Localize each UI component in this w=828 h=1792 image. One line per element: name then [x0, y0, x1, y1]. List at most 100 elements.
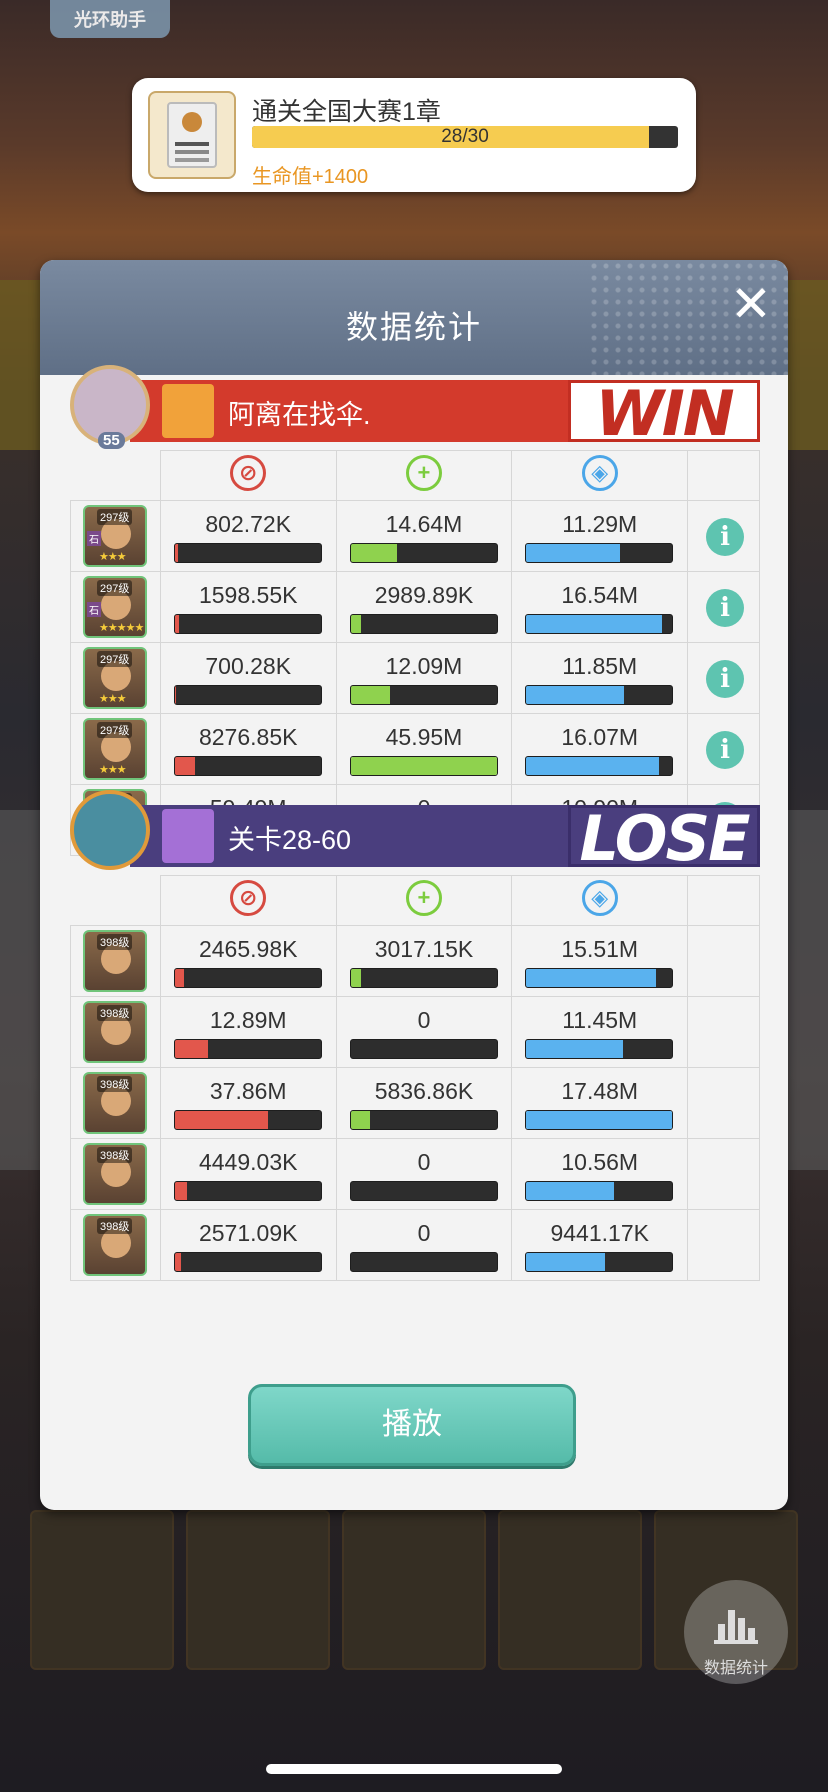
hero-row: 297级石 ★★★ 802.72K 14.64M 11.29M i [70, 500, 760, 572]
tank-cell: 9441.17K [511, 1209, 689, 1281]
tank-value: 11.85M [562, 653, 638, 679]
team-banner: 关卡28-60 LOSE [70, 790, 760, 870]
heal-cell: 0 [335, 1138, 513, 1210]
player-level: 55 [98, 432, 125, 449]
damage-cell: 1598.55K [159, 571, 337, 643]
damage-cell: 12.89M [159, 996, 337, 1068]
hero-portrait[interactable]: 398级 [83, 930, 147, 992]
tank-value: 10.56M [561, 1149, 639, 1175]
tank-value: 11.45M [562, 1007, 638, 1033]
hero-portrait[interactable]: 297级石 ★★★ [83, 505, 147, 567]
damage-bar [173, 1039, 322, 1059]
tank-cell: 16.54M [511, 571, 689, 643]
heal-bar [349, 1181, 498, 1201]
heal-cell: 3017.15K [335, 925, 513, 997]
team-emblem-icon [162, 384, 214, 438]
tank-header: ◈ [511, 450, 689, 501]
heal-bar [349, 968, 498, 988]
heal-bar [349, 1252, 498, 1272]
hero-row: 297级 ★★★ 8276.85K 45.95M 16.07M i [70, 713, 760, 785]
team-emblem-icon [162, 809, 214, 863]
tank-cell: 11.45M [511, 996, 689, 1068]
heal-cell: 0 [335, 1209, 513, 1281]
heal-bar [349, 1110, 498, 1130]
hero-portrait[interactable]: 398级 [83, 1001, 147, 1063]
damage-bar [173, 1252, 322, 1272]
home-indicator[interactable] [266, 1764, 562, 1774]
tank-bar [525, 1181, 674, 1201]
heal-value: 45.95M [385, 724, 463, 750]
hero-portrait[interactable]: 398级 [83, 1214, 147, 1276]
heal-value: 0 [417, 1149, 431, 1175]
hero-row: 398级 2465.98K 3017.15K 15.51M [70, 925, 760, 997]
damage-value: 4449.03K [198, 1149, 298, 1175]
heal-value: 12.09M [385, 653, 463, 679]
tank-value: 16.07M [561, 724, 639, 750]
damage-cell: 37.86M [159, 1067, 337, 1139]
result-label: WIN [568, 380, 760, 445]
tank-value: 16.54M [561, 582, 639, 608]
damage-value: 2571.09K [198, 1220, 298, 1246]
hero-level: 297级 [97, 580, 133, 596]
hero-level: 297级 [97, 651, 133, 667]
tank-cell: 10.56M [511, 1138, 689, 1210]
hero-stars: ★★★ [99, 693, 127, 705]
damage-bar [173, 756, 322, 776]
hero-portrait[interactable]: 297级 ★★★ [83, 647, 147, 709]
close-icon[interactable]: ✕ [728, 279, 774, 329]
damage-value: 802.72K [205, 511, 292, 537]
info-icon[interactable]: i [706, 518, 745, 556]
heal-header: + [335, 875, 513, 926]
damage-value: 700.28K [205, 653, 292, 679]
damage-header: ⊘ [159, 450, 337, 501]
tank-value: 15.51M [561, 936, 639, 962]
player-avatar[interactable] [70, 790, 150, 870]
heal-header: + [335, 450, 513, 501]
hero-row: 398级 37.86M 5836.86K 17.48M [70, 1067, 760, 1139]
heal-value: 2989.89K [374, 582, 474, 608]
damage-cell: 8276.85K [159, 713, 337, 785]
info-icon[interactable]: i [706, 731, 745, 769]
tank-value: 9441.17K [550, 1220, 649, 1246]
hero-row: 297级 ★★★ 700.28K 12.09M 11.85M i [70, 642, 760, 714]
hero-cell: 398级 [70, 1209, 161, 1281]
quest-progress-bar: 28/30 [252, 126, 678, 148]
damage-value: 2465.98K [198, 936, 298, 962]
hero-stars: ★★★★★ [99, 622, 144, 634]
damage-bar [173, 543, 322, 563]
damage-value: 1598.55K [198, 582, 298, 608]
heal-icon: + [405, 455, 442, 491]
quest-title: 通关全国大赛1章 [252, 98, 441, 126]
hero-cell: 398级 [70, 925, 161, 997]
tank-bar [525, 1039, 674, 1059]
assistant-tag[interactable]: 光环助手 [50, 0, 170, 38]
heal-bar [349, 1039, 498, 1059]
heal-cell: 5836.86K [335, 1067, 513, 1139]
hero-portrait[interactable]: 398级 [83, 1143, 147, 1205]
tank-cell: 15.51M [511, 925, 689, 997]
panel-title: 数据统计 [345, 309, 482, 345]
hero-portrait[interactable]: 398级 [83, 1072, 147, 1134]
heal-cell: 0 [335, 996, 513, 1068]
quest-reward: 生命值+1400 [252, 166, 369, 188]
shield-icon: ◈ [581, 455, 618, 491]
info-icon[interactable]: i [706, 589, 745, 627]
quest-toast: 通关全国大赛1章 28/30 生命值+1400 [132, 78, 696, 192]
play-button[interactable]: 播放 [248, 1384, 576, 1466]
tank-bar [525, 685, 674, 705]
hero-row: 398级 12.89M 0 11.45M [70, 996, 760, 1068]
tank-header: ◈ [511, 875, 689, 926]
result-label: LOSE [568, 805, 760, 870]
tank-bar [525, 1110, 674, 1130]
damage-icon: ⊘ [230, 455, 267, 491]
heal-value: 3017.15K [374, 936, 474, 962]
info-icon[interactable]: i [706, 660, 745, 698]
damage-icon: ⊘ [230, 880, 267, 916]
tank-cell: 11.85M [511, 642, 689, 714]
hero-row: 398级 4449.03K 0 10.56M [70, 1138, 760, 1210]
hero-portrait[interactable]: 297级石 ★★★★★ [83, 576, 147, 638]
stats-button[interactable]: 数据统计 [684, 1580, 788, 1684]
damage-cell: 2571.09K [159, 1209, 337, 1281]
heal-bar [349, 614, 498, 634]
hero-portrait[interactable]: 297级 ★★★ [83, 718, 147, 780]
